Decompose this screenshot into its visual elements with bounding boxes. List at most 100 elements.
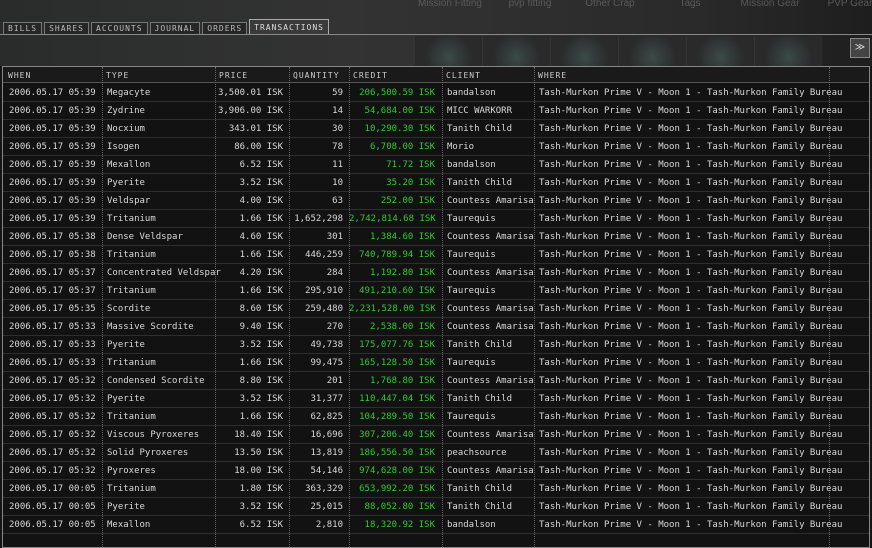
cell-price: 4.00 ISK xyxy=(239,196,283,206)
column-header-quantity[interactable]: QUANTITY xyxy=(293,71,340,80)
table-row[interactable]: 2006.05.17 05:39 Tritanium 1.66 ISK 1,652,2… xyxy=(3,210,869,228)
cell-client: Tanith Child xyxy=(447,340,513,350)
column-header-credit[interactable]: CREDIT xyxy=(353,71,388,80)
cell-price: 6.52 ISK xyxy=(239,160,283,170)
column-header-type[interactable]: TYPE xyxy=(106,71,129,80)
cell-type: Tritanium xyxy=(107,214,156,224)
cell-price: 3,500.01 ISK xyxy=(217,88,283,98)
cell-quantity: 14 xyxy=(332,106,343,116)
column-header-client[interactable]: CLIENT xyxy=(446,71,481,80)
cell-where: Tash-Murkon Prime V - Moon 1 - Tash-Murk… xyxy=(539,304,843,314)
cell-price: 1.66 ISK xyxy=(239,250,283,260)
cell-where: Tash-Murkon Prime V - Moon 1 - Tash-Murk… xyxy=(539,376,843,386)
tab-transactions[interactable]: TRANSACTIONS xyxy=(249,19,329,34)
table-row[interactable]: 2006.05.17 05:33 Tritanium 1.66 ISK 99,475 1… xyxy=(3,354,869,372)
table-row[interactable]: 2006.05.17 05:32 Tritanium 1.66 ISK 62,825 1… xyxy=(3,408,869,426)
cell-price: 343.01 ISK xyxy=(228,124,283,134)
table-row[interactable]: 2006.05.17 05:37 Tritanium 1.66 ISK 295,910… xyxy=(3,282,869,300)
cell-where: Tash-Murkon Prime V - Moon 1 - Tash-Murk… xyxy=(539,394,843,404)
table-row[interactable]: 2006.05.17 05:38 Tritanium 1.66 ISK 446,259… xyxy=(3,246,869,264)
item-slot[interactable] xyxy=(482,36,550,66)
item-slot[interactable] xyxy=(414,36,482,66)
cell-credit: 1,384.60 ISK xyxy=(369,232,435,242)
cell-client: peachsource xyxy=(447,448,507,458)
item-slot[interactable] xyxy=(686,36,754,66)
table-row[interactable]: 2006.05.17 00:05 Tritanium 1.80 ISK 363,329… xyxy=(3,480,869,498)
table-row[interactable]: 2006.05.17 05:35 Scordite 8.60 ISK 259,480 2… xyxy=(3,300,869,318)
cell-quantity: 63 xyxy=(332,196,343,206)
cell-price: 1.66 ISK xyxy=(239,358,283,368)
table-row[interactable]: 2006.05.17 05:38 Dense Veldspar 4.60 ISK 30… xyxy=(3,228,869,246)
cell-client: Countess Amarisa xyxy=(447,304,534,314)
cell-price: 1.66 ISK xyxy=(239,412,283,422)
cell-type: Veldspar xyxy=(107,196,151,206)
table-row[interactable]: 2006.05.17 05:33 Pyerite 3.52 ISK 49,738 175… xyxy=(3,336,869,354)
column-header-price[interactable]: PRICE xyxy=(219,71,248,80)
cell-type: Isogen xyxy=(107,142,140,152)
table-row[interactable]: 2006.05.17 05:39 Veldspar 4.00 ISK 63 252.00… xyxy=(3,192,869,210)
table-row[interactable]: 2006.05.17 05:39 Isogen 86.00 ISK 78 6,708.0… xyxy=(3,138,869,156)
table-row[interactable]: 2006.05.17 05:33 Massive Scordite 9.40 ISK… xyxy=(3,318,869,336)
cell-credit: 252.00 ISK xyxy=(380,196,435,206)
hangar-tab-mission-gear[interactable]: Mission Gear xyxy=(730,0,810,9)
hangar-tab-other-crap[interactable]: Other Crap xyxy=(570,0,650,9)
cell-credit: 740,789.94 ISK xyxy=(359,250,435,260)
cell-credit: 1,768.80 ISK xyxy=(369,376,435,386)
cell-quantity: 270 xyxy=(326,322,343,332)
column-header-where[interactable]: WHERE xyxy=(538,71,567,80)
cell-where: Tash-Murkon Prime V - Moon 1 - Tash-Murk… xyxy=(539,178,843,188)
cell-type: Megacyte xyxy=(107,88,151,98)
table-row[interactable]: 2006.05.17 05:39 Pyerite 3.52 ISK 10 35.20 I… xyxy=(3,174,869,192)
hangar-tabs: Mission Fitting pvp fitting Other Crap Tags… xyxy=(410,0,872,9)
table-row[interactable]: 2006.05.17 00:05 Mexallon 6.52 ISK 2,810 18,… xyxy=(3,516,869,534)
hangar-tab-pvp-fitting[interactable]: pvp fitting xyxy=(490,0,570,9)
table-row[interactable]: 2006.05.17 05:32 Pyroxeres 18.00 ISK 54,146… xyxy=(3,462,869,480)
hangar-tab-tags[interactable]: Tags xyxy=(650,0,730,9)
cell-where: Tash-Murkon Prime V - Moon 1 - Tash-Murk… xyxy=(539,268,843,278)
table-row[interactable]: 2006.05.17 05:37 Concentrated Veldspar 4.2… xyxy=(3,264,869,282)
table-row[interactable]: 2006.05.17 05:32 Condensed Scordite 8.80 I… xyxy=(3,372,869,390)
cell-client: Tanith Child xyxy=(447,484,513,494)
cell-quantity: 1,652,298 xyxy=(294,214,343,224)
scroll-right-button[interactable]: ≫ xyxy=(850,38,870,58)
hangar-tab-mission-fitting[interactable]: Mission Fitting xyxy=(410,0,490,9)
cell-type: Massive Scordite xyxy=(107,322,194,332)
cell-when: 2006.05.17 05:32 xyxy=(9,412,96,422)
hangar-tab-pvp-gear[interactable]: PVP Gear xyxy=(810,0,872,9)
cell-client: bandalson xyxy=(447,160,496,170)
table-row[interactable]: 2006.05.17 05:32 Pyerite 3.52 ISK 31,377 110… xyxy=(3,390,869,408)
cell-when: 2006.05.17 05:39 xyxy=(9,88,96,98)
column-header-when[interactable]: WHEN xyxy=(8,71,31,80)
cell-when: 2006.05.17 05:32 xyxy=(9,448,96,458)
item-slot[interactable] xyxy=(754,36,822,66)
table-row[interactable]: 2006.05.17 05:39 Zydrine 3,906.00 ISK 14 54,… xyxy=(3,102,869,120)
cell-price: 3,906.00 ISK xyxy=(217,106,283,116)
cell-quantity: 2,810 xyxy=(315,520,343,530)
table-row[interactable]: 2006.05.17 00:05 Pyerite 3.52 ISK 25,015 88,… xyxy=(3,498,869,516)
item-slot[interactable] xyxy=(550,36,618,66)
cell-when: 2006.05.17 05:33 xyxy=(9,358,96,368)
cell-where: Tash-Murkon Prime V - Moon 1 - Tash-Murk… xyxy=(539,340,843,350)
table-row[interactable]: 2006.05.17 05:32 Solid Pyroxeres 13.50 ISK… xyxy=(3,444,869,462)
table-row[interactable]: 2006.05.17 05:32 Viscous Pyroxeres 18.40 I… xyxy=(3,426,869,444)
cell-credit: 206,500.59 ISK xyxy=(359,88,435,98)
cell-client: MICC WARKORR xyxy=(447,106,513,116)
cell-where: Tash-Murkon Prime V - Moon 1 - Tash-Murk… xyxy=(539,484,843,494)
cell-price: 6.52 ISK xyxy=(239,520,283,530)
table-row[interactable]: 2006.05.17 05:39 Megacyte 3,500.01 ISK 59 20… xyxy=(3,84,869,102)
cell-when: 2006.05.17 05:37 xyxy=(9,286,96,296)
cell-quantity: 99,475 xyxy=(310,358,343,368)
cell-credit: 974,628.00 ISK xyxy=(359,466,435,476)
cell-type: Zydrine xyxy=(107,106,145,116)
cell-where: Tash-Murkon Prime V - Moon 1 - Tash-Murk… xyxy=(539,160,843,170)
cell-client: Taurequis xyxy=(447,412,496,422)
cell-credit: 1,192.80 ISK xyxy=(369,268,435,278)
table-row[interactable]: 2006.05.17 05:39 Mexallon 6.52 ISK 11 71.72 … xyxy=(3,156,869,174)
cell-where: Tash-Murkon Prime V - Moon 1 - Tash-Murk… xyxy=(539,322,843,332)
item-slot[interactable] xyxy=(618,36,686,66)
cell-quantity: 295,910 xyxy=(305,286,343,296)
cell-when: 2006.05.17 05:39 xyxy=(9,106,96,116)
cell-when: 2006.05.17 05:32 xyxy=(9,466,96,476)
table-row[interactable]: 2006.05.17 05:39 Nocxium 343.01 ISK 30 10,29… xyxy=(3,120,869,138)
cell-when: 2006.05.17 05:38 xyxy=(9,232,96,242)
